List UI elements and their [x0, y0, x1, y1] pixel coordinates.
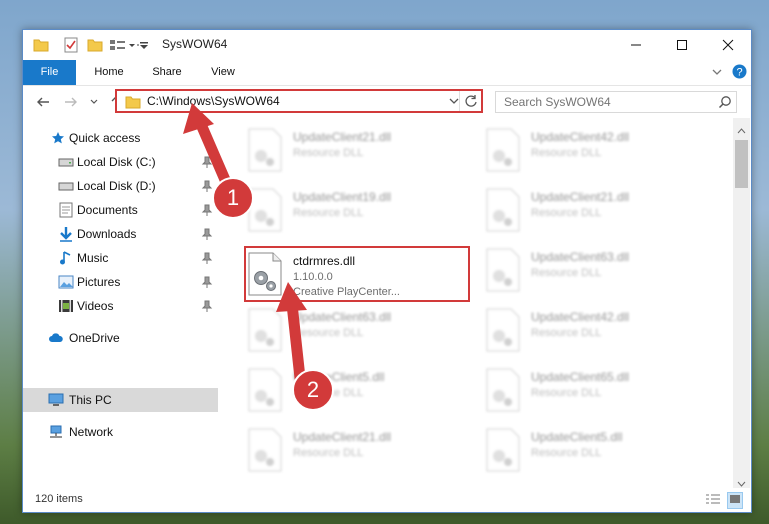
annotation-arrows	[183, 103, 307, 384]
step-badge-1: 1	[212, 177, 254, 219]
step-badge-2: 2	[292, 369, 334, 411]
